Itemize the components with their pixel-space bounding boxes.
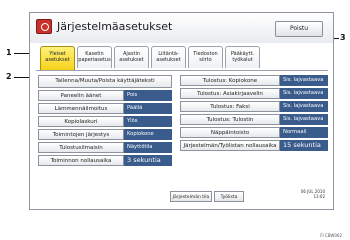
setting-label[interactable]: Tulostus: Faksi — [180, 101, 280, 112]
setting-row[interactable]: Toimintojen järjestys Kopiokone — [38, 129, 172, 140]
setting-value: Normaali — [280, 127, 328, 138]
setting-label[interactable]: Paneelin äänet — [38, 90, 124, 101]
setting-row[interactable]: Tulostus: Faksi Sis. lajvastaava 2 — [180, 101, 328, 120]
tab-divider — [36, 70, 328, 71]
setting-row[interactable]: Paneelin äänet Pois — [38, 90, 172, 101]
tab-label-line2: työkalut — [232, 57, 253, 63]
setting-row[interactable]: Kopiolaskuri Ylös — [38, 116, 172, 127]
setting-label[interactable]: Kopiolaskuri — [38, 116, 124, 127]
setting-value: Sis. lajvastaava 1 — [280, 88, 328, 107]
setting-label[interactable]: Tulostus: Tulostin — [180, 114, 280, 125]
tab-label-line2: asetukset — [156, 57, 181, 63]
setting-label[interactable]: Tulostusilmaisin — [38, 142, 124, 153]
joblist-button[interactable]: Työlista — [214, 191, 244, 202]
setting-value: Sis. lajvastaava 1 — [280, 114, 328, 133]
exit-button[interactable]: Poistu — [275, 21, 323, 37]
setting-row[interactable]: Tulostus: Tulostin Sis. lajvastaava 1 — [180, 114, 328, 133]
callout-1: 1 — [6, 48, 12, 57]
setting-label[interactable]: Tulostus: Kopiokone — [180, 75, 280, 86]
tab-tray-paper-settings[interactable]: Kasetin paperiasetus — [77, 46, 112, 68]
tab-bar: Yleiset asetukset Kasetin paperiasetus A… — [40, 46, 260, 70]
setting-row[interactable]: Toiminnon nollausaika 3 sekuntia — [38, 155, 172, 166]
tab-file-transfer[interactable]: Tiedoston siirto — [188, 46, 223, 68]
setting-label[interactable]: Järjestelmän/Työlistan nollausaika — [180, 140, 280, 151]
setting-value: 3 sekuntia — [124, 155, 172, 166]
date-time-display: 06 JUL 2010 13:02 — [301, 189, 325, 199]
right-settings-column: Tulostus: Kopiokone Sis. lajvastaava 1 T… — [180, 75, 328, 153]
setting-row[interactable]: Näppäintoisto Normaali — [180, 127, 328, 138]
setting-row[interactable]: Tulostusilmaisin Näyttötila — [38, 142, 172, 153]
tab-label-line2: siirto — [199, 57, 212, 63]
setting-label[interactable]: Toimintojen järjestys — [38, 129, 124, 140]
setting-row[interactable]: Lämmennäilmoitus Päällä — [38, 103, 172, 114]
tab-timer-settings[interactable]: Ajastin asetukset — [114, 46, 149, 68]
setting-value: 15 sekuntia — [280, 140, 328, 151]
tab-administrator-tools[interactable]: Pääkäytt. työkalut — [225, 46, 260, 68]
setting-value: Ylös — [124, 116, 172, 127]
setting-label[interactable]: Tulostus: Asiakirjaavelin — [180, 88, 280, 99]
setting-label[interactable]: Toiminnon nollausaika — [38, 155, 124, 166]
callout-2: 2 — [6, 72, 12, 81]
tab-general-features[interactable]: Yleiset asetukset — [40, 46, 75, 70]
window-title: Järjestelmäasetukset — [57, 20, 173, 33]
setting-row[interactable]: Tulostus: Kopiokone Sis. lajvastaava 1 — [180, 75, 328, 94]
tab-label-line2: asetukset — [45, 57, 70, 63]
setting-value: Sis. lajvastaava 2 — [280, 101, 328, 120]
title-bar: Järjestelmäasetukset Poistu — [30, 13, 333, 43]
setting-value: Pois — [124, 90, 172, 101]
setting-label[interactable]: Näppäintoisto — [180, 127, 280, 138]
left-settings-column: Tallenna/Muuta/Poista käyttäjäteksti Pan… — [38, 75, 172, 168]
setting-value: Päällä — [124, 103, 172, 114]
setting-value: Kopiokone — [124, 129, 172, 140]
settings-screen: Järjestelmäasetukset Poistu Yleiset aset… — [29, 12, 334, 210]
system-settings-icon — [36, 19, 52, 34]
setting-label[interactable]: Lämmennäilmoitus — [38, 103, 124, 114]
figure-id: FI CBW002 — [320, 233, 342, 238]
setting-value: Näyttötila — [124, 142, 172, 153]
tab-label-line2: asetukset — [119, 57, 144, 63]
callout-3: 3 — [340, 33, 346, 42]
setting-value: Sis. lajvastaava 1 — [280, 75, 328, 94]
setting-row[interactable]: Tulostus: Asiakirjaavelin Sis. lajvastaa… — [180, 88, 328, 107]
tab-label-line2: paperiasetus — [78, 57, 111, 63]
tab-interface-settings[interactable]: Liitäntä- asetukset — [151, 46, 186, 68]
time-display: 13:02 — [313, 194, 325, 199]
system-status-button[interactable]: Järjestelmän tila — [170, 191, 212, 202]
setting-row[interactable]: Järjestelmän/Työlistan nollausaika 15 se… — [180, 140, 328, 151]
user-text-button[interactable]: Tallenna/Muuta/Poista käyttäjäteksti — [38, 75, 172, 88]
